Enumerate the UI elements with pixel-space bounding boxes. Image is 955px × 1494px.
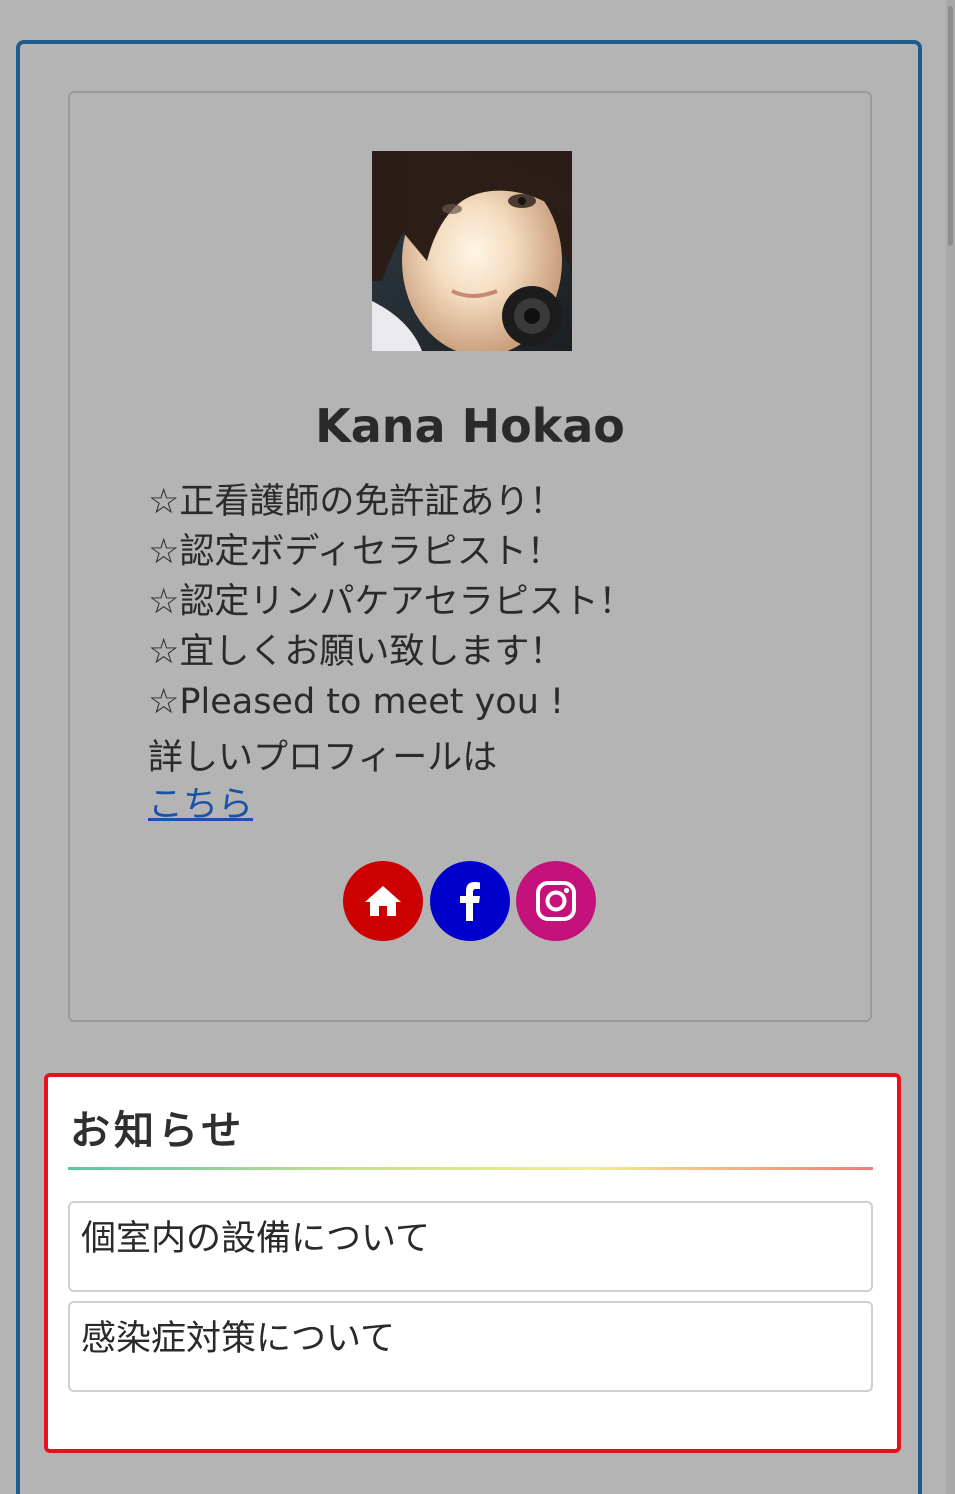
- news-title-underline: [68, 1167, 873, 1170]
- profile-more-text: 詳しいプロフィールは: [148, 738, 498, 778]
- home-button[interactable]: [343, 861, 423, 941]
- scrollbar-thumb[interactable]: [948, 6, 953, 246]
- news-item[interactable]: 感染症対策について: [68, 1301, 873, 1392]
- profile-bio: ☆正看護師の免許証あり！ ☆認定ボディセラピスト！ ☆認定リンパケアセラピスト！…: [148, 477, 634, 727]
- instagram-icon: [536, 881, 576, 921]
- profile-card: Kana Hokao ☆正看護師の免許証あり！ ☆認定ボディセラピスト！ ☆認定…: [68, 91, 872, 1022]
- news-item[interactable]: 個室内の設備について: [68, 1201, 873, 1292]
- avatar-photo: [372, 151, 572, 351]
- news-section: お知らせ 個室内の設備について 感染症対策について: [44, 1073, 901, 1453]
- instagram-button[interactable]: [516, 861, 596, 941]
- facebook-button[interactable]: [430, 861, 510, 941]
- profile-detail-link[interactable]: こちら: [148, 781, 253, 829]
- home-icon: [365, 886, 401, 916]
- news-item-label: 感染症対策について: [81, 1319, 395, 1359]
- avatar: [372, 151, 572, 351]
- bio-line: ☆認定リンパケアセラピスト！: [148, 582, 634, 622]
- bio-line: ☆正看護師の免許証あり！: [148, 482, 565, 522]
- news-title: お知らせ: [70, 1108, 246, 1154]
- page: Kana Hokao ☆正看護師の免許証あり！ ☆認定ボディセラピスト！ ☆認定…: [0, 0, 955, 1494]
- news-item-label: 個室内の設備について: [81, 1219, 430, 1259]
- bio-line: ☆認定ボディセラピスト！: [148, 532, 562, 572]
- profile-name: Kana Hokao: [315, 399, 625, 453]
- facebook-icon: [460, 882, 480, 921]
- bio-line: ☆Pleased to meet you !: [148, 682, 565, 722]
- bio-line: ☆宜しくお願い致します！: [148, 632, 565, 672]
